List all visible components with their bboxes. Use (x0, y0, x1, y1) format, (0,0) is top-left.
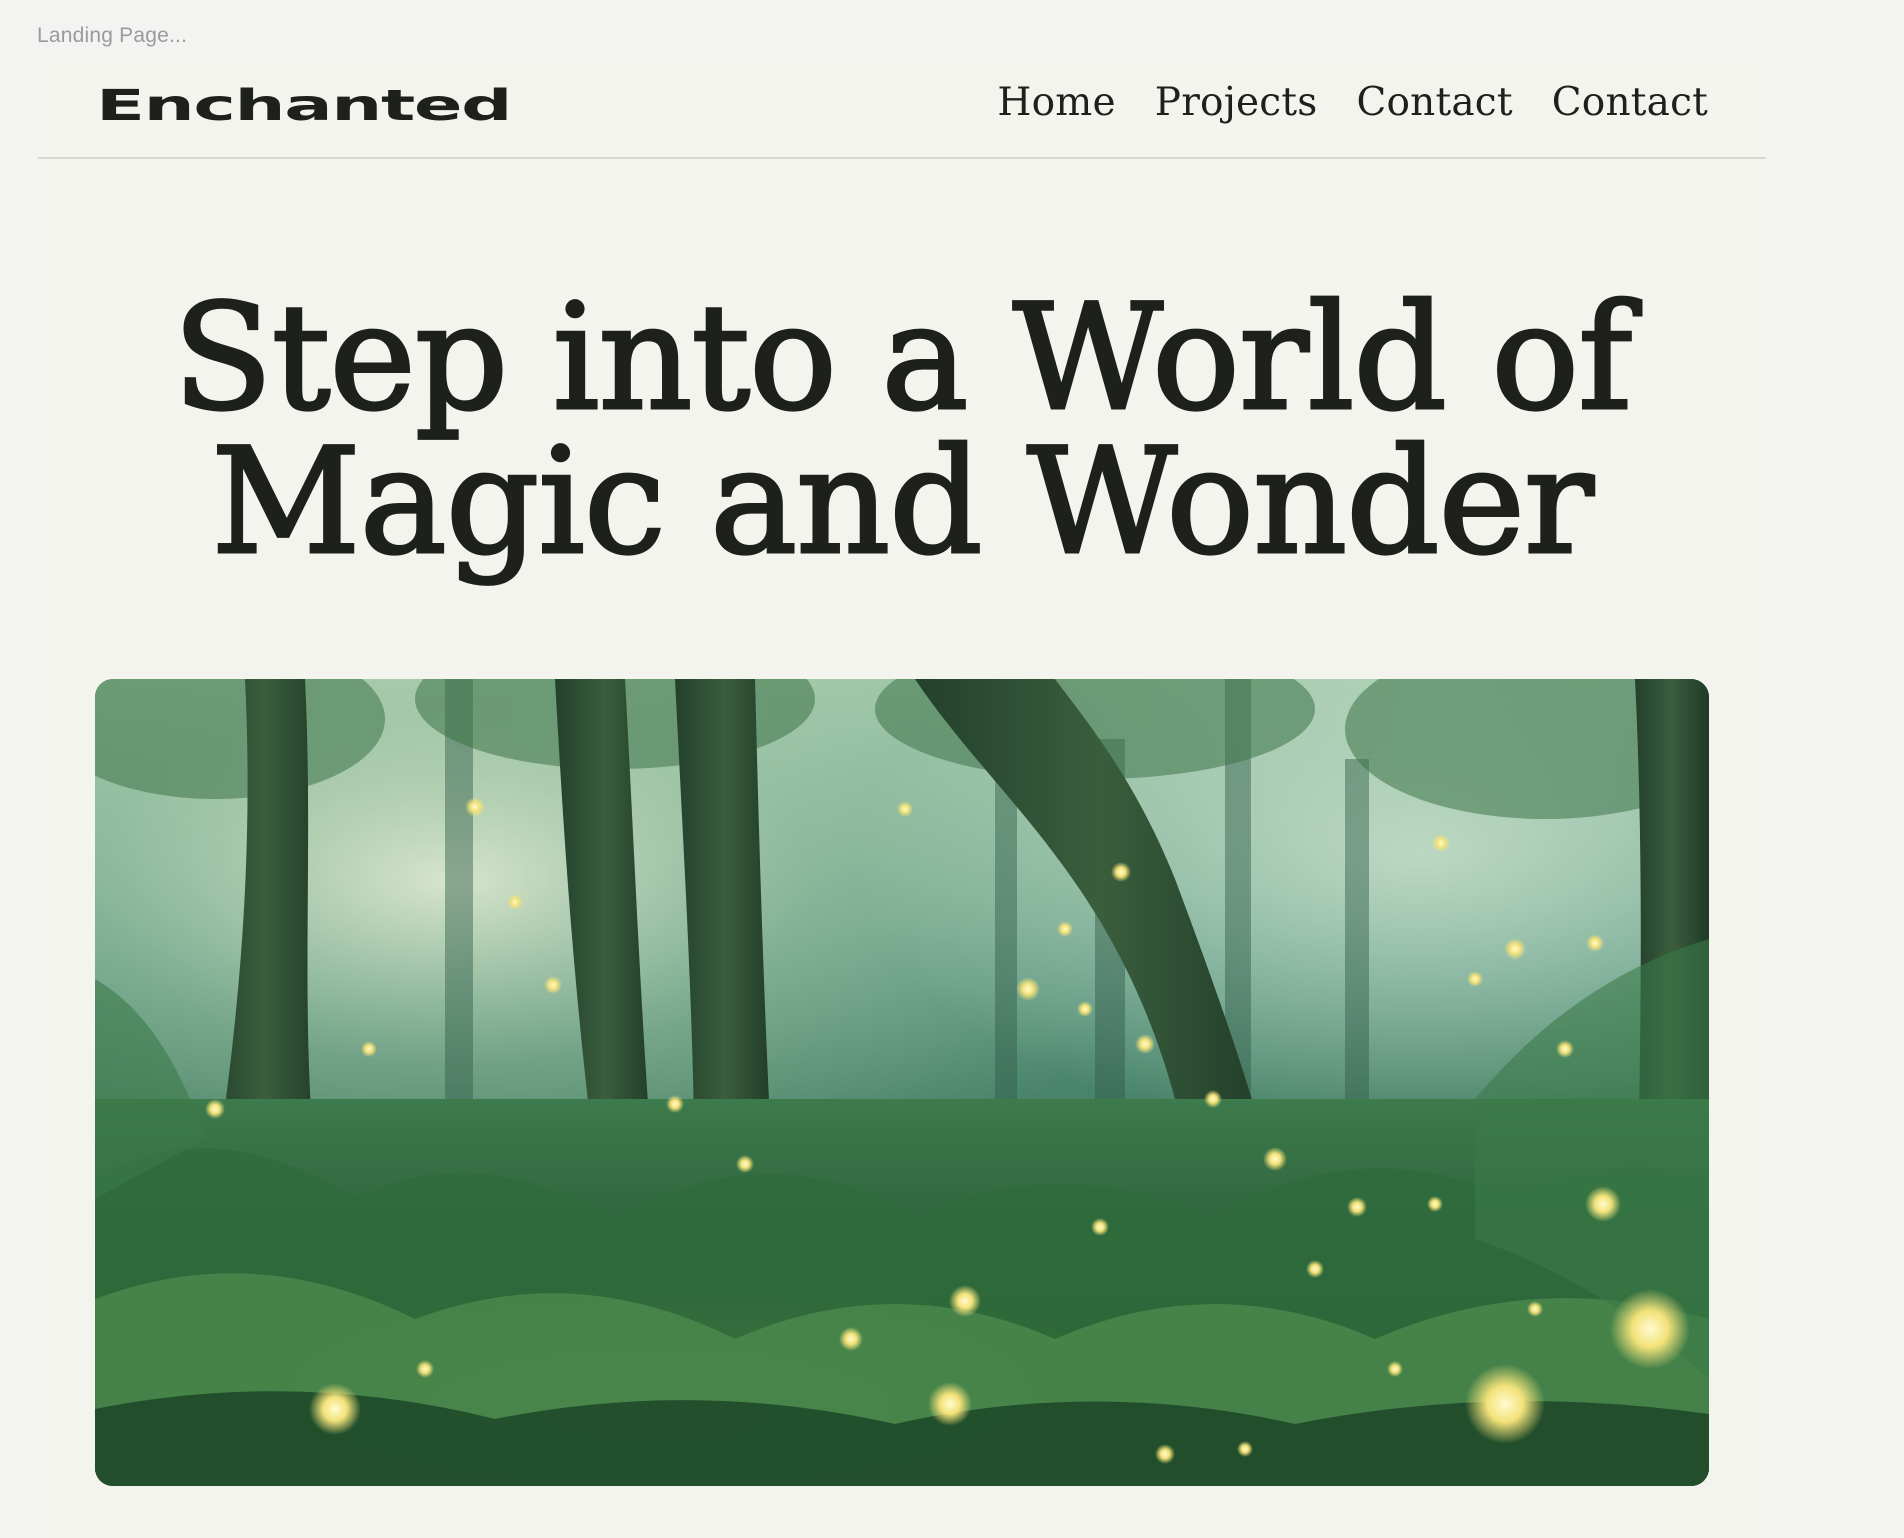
hero-forest-image (95, 679, 1709, 1486)
hero-heading-line-2: Magic and Wonder (210, 417, 1596, 587)
hero-heading: Step into a World of Magic and Wonder (38, 284, 1766, 577)
forest-illustration (95, 679, 1709, 1486)
nav-link-contact[interactable]: Contact (1356, 81, 1512, 125)
nav-link-contact-secondary[interactable]: Contact (1552, 81, 1708, 125)
canvas-frame-label[interactable]: Landing Page... (37, 24, 187, 48)
site-header: Enchanted Home Projects Contact Contact (38, 62, 1766, 159)
main-navigation: Home Projects Contact Contact (997, 81, 1708, 125)
nav-link-home[interactable]: Home (997, 81, 1115, 125)
brand-logo[interactable]: Enchanted (96, 85, 513, 128)
nav-link-projects[interactable]: Projects (1155, 81, 1318, 125)
landing-page-frame: Enchanted Home Projects Contact Contact … (38, 62, 1766, 1538)
